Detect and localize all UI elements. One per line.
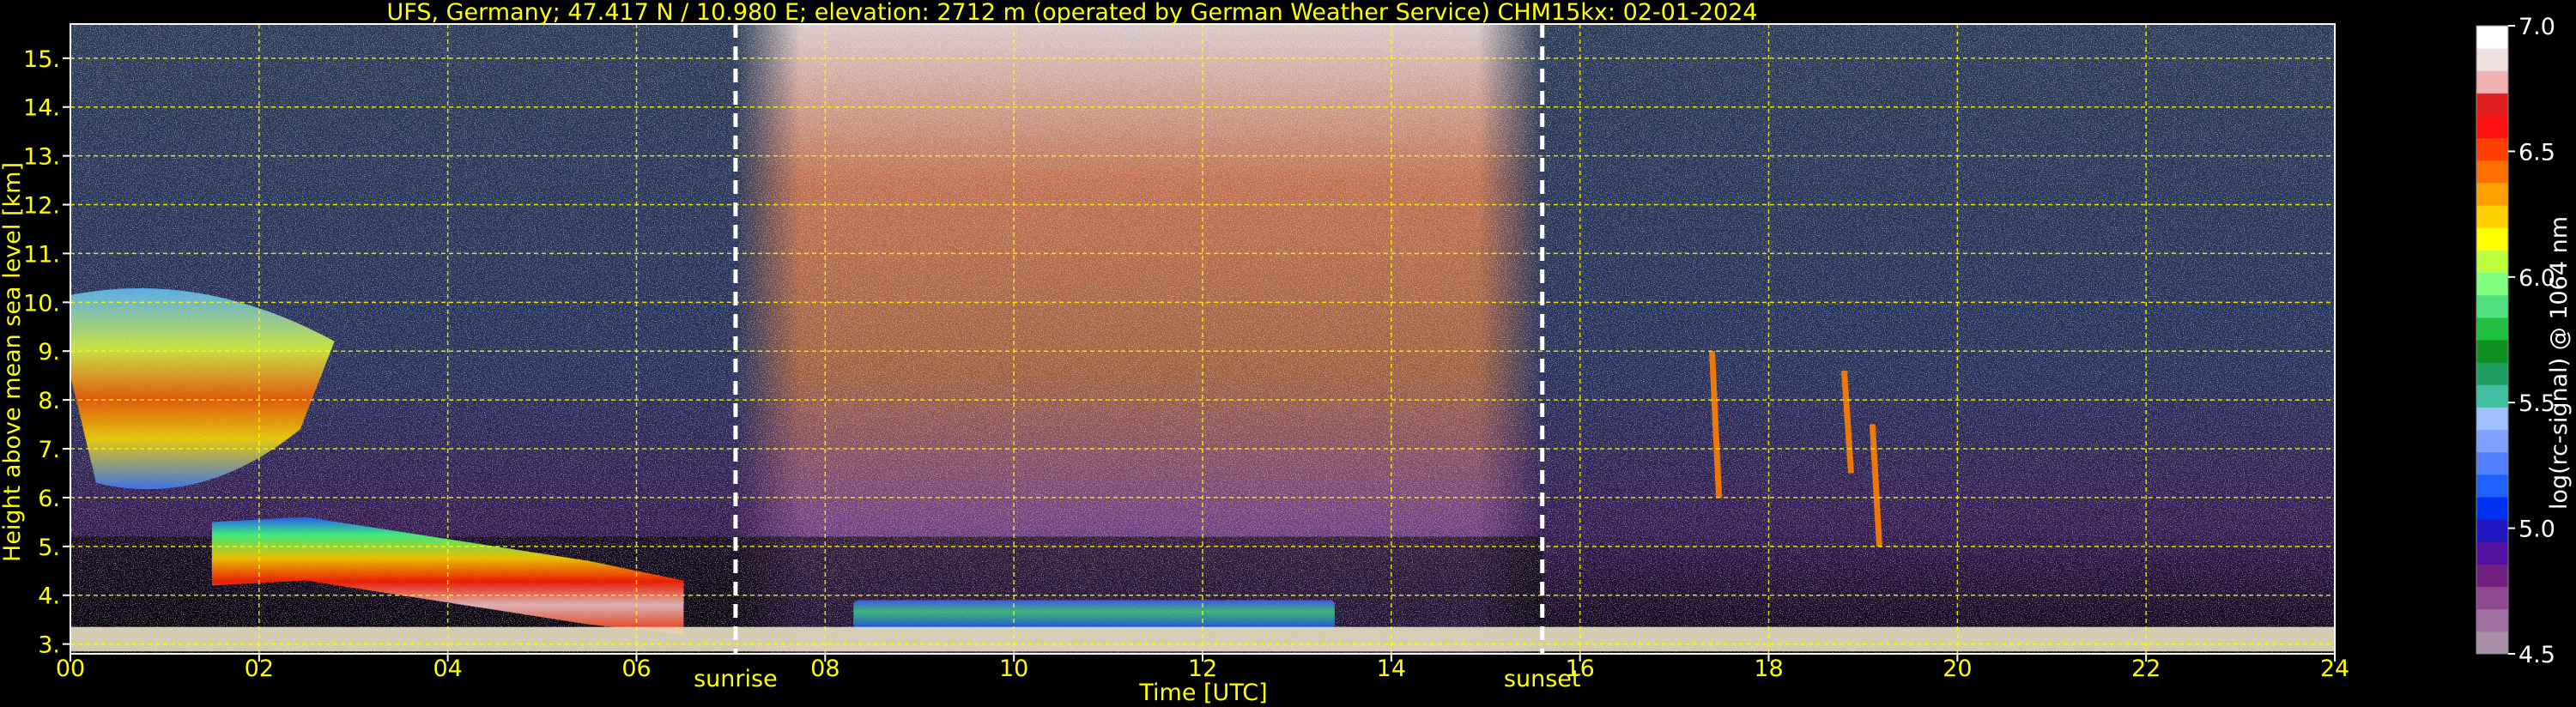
x-tick-label: 12 bbox=[1188, 656, 1217, 682]
ceilometer-figure: sunrise sunset 00 02 04 06 08 10 12 14 16 18 20 22 24… bbox=[0, 0, 2573, 706]
x-tick-label: 00 bbox=[56, 656, 85, 682]
y-tick-label: 7. bbox=[38, 437, 60, 463]
y-tick-label: 10. bbox=[23, 290, 60, 317]
y-tick-label: 14. bbox=[23, 95, 60, 122]
y-axis-label: Height above mean sea level [km] bbox=[0, 162, 26, 562]
colorbar-segment bbox=[2476, 340, 2508, 363]
colorbar-segment bbox=[2476, 362, 2508, 385]
colorbar-segment bbox=[2476, 451, 2508, 475]
colorbar-tick-label: 5.0 bbox=[2518, 517, 2555, 543]
chart-title: UFS, Germany; 47.417 N / 10.980 E; eleva… bbox=[387, 0, 1758, 26]
colorbar-segment bbox=[2476, 272, 2508, 296]
colorbar-segment bbox=[2476, 384, 2508, 408]
colorbar-segment bbox=[2476, 541, 2508, 565]
colorbar-segment bbox=[2476, 294, 2508, 318]
colorbar-segment bbox=[2476, 474, 2508, 498]
colorbar-segment bbox=[2476, 227, 2508, 251]
y-tick-label: 9. bbox=[38, 339, 60, 366]
colorbar-segment bbox=[2476, 407, 2508, 431]
colorbar-segment bbox=[2476, 497, 2508, 520]
colorbar-segment bbox=[2476, 137, 2508, 161]
colorbar-label: log(rc-signal) @ 1064 nm bbox=[2546, 216, 2573, 510]
colorbar-segment bbox=[2476, 519, 2508, 542]
colorbar-tick-label: 7.0 bbox=[2518, 14, 2555, 40]
x-tick-label: 20 bbox=[1943, 656, 1972, 682]
boundary-layer bbox=[853, 600, 1335, 630]
x-tick-label: 24 bbox=[2320, 656, 2349, 682]
x-axis-label: Time [UTC] bbox=[1138, 680, 1267, 706]
y-tick-label: 6. bbox=[38, 486, 60, 512]
x-tick-label: 06 bbox=[621, 656, 651, 682]
x-tick-label: 14 bbox=[1377, 656, 1406, 682]
colorbar-segment bbox=[2476, 586, 2508, 610]
colorbar-segment bbox=[2476, 160, 2508, 184]
colorbar-segment bbox=[2476, 183, 2508, 206]
colorbar: 4.55.05.56.06.57.0 bbox=[2476, 14, 2555, 668]
colorbar-segment bbox=[2476, 608, 2508, 632]
colorbar-segment bbox=[2476, 48, 2508, 71]
x-tick-label: 18 bbox=[1754, 656, 1783, 682]
colorbar-tick-label: 4.5 bbox=[2518, 642, 2555, 668]
y-tick-label: 11. bbox=[23, 241, 60, 268]
colorbar-segment bbox=[2476, 631, 2508, 655]
colorbar-tick-label: 6.5 bbox=[2518, 139, 2555, 166]
y-tick-label: 15. bbox=[23, 46, 60, 73]
x-tick-label: 10 bbox=[999, 656, 1028, 682]
y-tick-label: 12. bbox=[23, 193, 60, 220]
x-tick-label: 16 bbox=[1565, 656, 1594, 682]
x-tick-label: 08 bbox=[810, 656, 839, 682]
sunrise-label: sunrise bbox=[694, 666, 778, 692]
y-tick-label: 8. bbox=[38, 388, 60, 414]
y-tick-label: 4. bbox=[38, 583, 60, 610]
colorbar-segment bbox=[2476, 115, 2508, 139]
colorbar-segment bbox=[2476, 205, 2508, 228]
colorbar-segment bbox=[2476, 317, 2508, 341]
colorbar-segment bbox=[2476, 564, 2508, 588]
colorbar-segment bbox=[2476, 26, 2508, 49]
y-tick-label: 5. bbox=[38, 535, 60, 561]
colorbar-segment bbox=[2476, 70, 2508, 94]
y-tick-label: 13. bbox=[23, 144, 60, 171]
colorbar-segment bbox=[2476, 429, 2508, 453]
x-tick-label: 04 bbox=[433, 656, 462, 682]
x-tick-label: 22 bbox=[2131, 656, 2161, 682]
colorbar-segment bbox=[2476, 250, 2508, 274]
x-tick-label: 02 bbox=[245, 656, 274, 682]
colorbar-segment bbox=[2476, 93, 2508, 117]
y-tick-label: 3. bbox=[38, 632, 60, 659]
